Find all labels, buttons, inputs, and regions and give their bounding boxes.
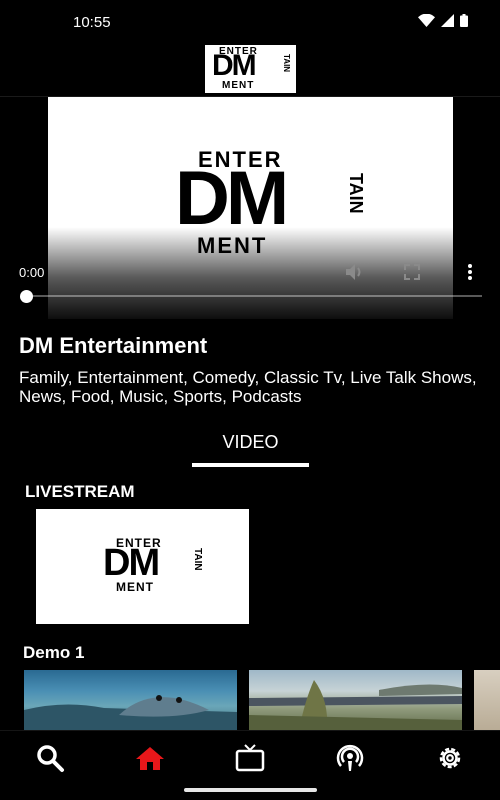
status-icons bbox=[418, 14, 468, 27]
nav-search[interactable] bbox=[33, 743, 67, 773]
dinosaur-bridge-image bbox=[249, 680, 462, 730]
volume-icon[interactable] bbox=[344, 263, 364, 281]
home-icon bbox=[136, 747, 164, 770]
gear-icon bbox=[439, 747, 461, 769]
logo-text-ment: MENT bbox=[116, 580, 154, 594]
channel-title: DM Entertainment bbox=[19, 333, 208, 358]
logo-text-tain: TAIN bbox=[282, 54, 291, 73]
seek-bar[interactable] bbox=[26, 295, 482, 297]
logo-text-tain: TAIN bbox=[346, 173, 366, 214]
logo-text-tain: TAIN bbox=[192, 548, 203, 571]
search-icon bbox=[37, 745, 64, 772]
demo-video-thumbnail[interactable] bbox=[249, 670, 462, 730]
nav-tv[interactable] bbox=[233, 743, 267, 773]
section-title-livestream: LIVESTREAM bbox=[25, 482, 135, 501]
logo-text-dm: DM bbox=[103, 542, 160, 584]
current-time: 0:00 bbox=[19, 265, 45, 280]
video-player[interactable]: ENTER DM TAIN MENT 0:00 bbox=[0, 97, 500, 319]
demo-video-thumbnail[interactable] bbox=[24, 670, 237, 730]
section-title-demo: Demo 1 bbox=[23, 643, 85, 662]
podcast-icon bbox=[336, 744, 364, 771]
player-controls-overlay bbox=[0, 227, 500, 319]
header-logo: ENTER DM TAIN MENT bbox=[205, 45, 296, 93]
fullscreen-icon[interactable] bbox=[404, 264, 420, 280]
nav-settings[interactable] bbox=[433, 743, 467, 773]
channel-description: Family, Entertainment, Comedy, Classic T… bbox=[19, 368, 477, 406]
dm-logo: ENTER DM TAIN MENT bbox=[205, 45, 296, 93]
wifi-icon bbox=[418, 14, 435, 27]
logo-text-dm: DM bbox=[212, 49, 257, 82]
demo-video-thumbnail[interactable] bbox=[474, 670, 500, 730]
logo-text-dm: DM bbox=[175, 156, 289, 241]
logo-text-ment: MENT bbox=[222, 80, 255, 91]
dm-logo: ENTER DM TAIN MENT bbox=[103, 536, 203, 598]
nav-podcast[interactable] bbox=[333, 743, 367, 773]
tab-indicator bbox=[192, 463, 309, 467]
gesture-bar[interactable] bbox=[184, 788, 317, 792]
seek-handle[interactable] bbox=[20, 290, 33, 303]
status-bar: 10:55 bbox=[0, 0, 500, 44]
status-time: 10:55 bbox=[73, 14, 111, 31]
nav-home[interactable] bbox=[133, 743, 167, 773]
livestream-thumbnail[interactable]: ENTER DM TAIN MENT bbox=[36, 509, 249, 624]
stingray-image bbox=[24, 695, 237, 730]
tv-icon bbox=[235, 744, 265, 772]
signal-icon bbox=[441, 14, 454, 27]
more-vert-icon[interactable] bbox=[466, 263, 474, 281]
battery-icon bbox=[460, 14, 468, 27]
